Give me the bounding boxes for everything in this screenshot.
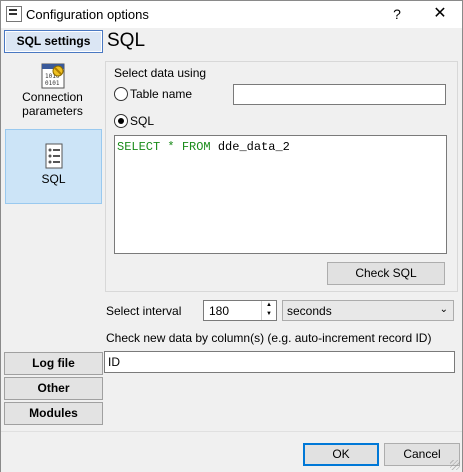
sql-query-editor[interactable]: SELECT * FROM dde_data_2 [114, 135, 447, 254]
resize-grip-icon[interactable] [450, 460, 460, 470]
title-bar: Configuration options ? ✕ [1, 1, 462, 28]
sidebar-item-label: parameters [22, 104, 83, 118]
interval-unit-value: seconds [287, 304, 332, 318]
spin-down-icon[interactable]: ▼ [262, 310, 276, 319]
sidebar-item-label: SQL [41, 172, 66, 186]
dialog-footer: OK Cancel [1, 431, 462, 472]
select-data-group: Select data using Table name SQL SELECT … [105, 61, 458, 292]
sql-table-name: dde_data_2 [217, 140, 290, 154]
ok-button[interactable]: OK [303, 443, 379, 466]
chevron-down-icon: ⌄ [439, 304, 448, 315]
interval-stepper[interactable]: 180 ▲ ▼ [203, 300, 277, 321]
cancel-button[interactable]: Cancel [384, 443, 460, 466]
configuration-dialog: Configuration options ? ✕ SQL settings 1… [0, 0, 463, 472]
spin-up-icon[interactable]: ▲ [262, 301, 276, 310]
interval-value: 180 [209, 304, 230, 318]
table-name-radio[interactable] [114, 87, 128, 101]
sql-settings-button[interactable]: SQL settings [4, 30, 103, 53]
page-title: SQL [107, 30, 146, 51]
check-new-data-label: Check new data by column(s) (e.g. auto-i… [106, 331, 432, 345]
sidebar-item-connection-parameters[interactable]: 1010 0101 Connection parameters [5, 60, 100, 120]
spin-buttons: ▲ ▼ [261, 301, 276, 320]
sql-radio-label: SQL [130, 114, 155, 128]
svg-text:0101: 0101 [45, 80, 60, 87]
check-sql-button[interactable]: Check SQL [327, 262, 445, 285]
select-interval-label: Select interval [106, 304, 182, 318]
sql-wildcard: * [167, 140, 175, 154]
close-button[interactable]: ✕ [427, 4, 453, 24]
sql-icon [45, 143, 62, 169]
table-name-input[interactable] [233, 84, 446, 105]
modules-button[interactable]: Modules [4, 402, 103, 425]
interval-unit-select[interactable]: seconds ⌄ [282, 300, 454, 321]
sidebar-item-sql[interactable]: SQL [5, 129, 102, 204]
sql-radio[interactable] [114, 114, 128, 128]
help-button[interactable]: ? [385, 4, 409, 24]
sidebar: SQL settings 1010 0101 Connection parame… [1, 28, 104, 428]
check-new-data-input[interactable] [104, 351, 455, 373]
sql-keyword: SELECT [117, 140, 161, 154]
sidebar-item-label: Connection [22, 90, 83, 104]
app-icon [6, 6, 22, 22]
group-label: Select data using [114, 66, 207, 80]
other-button[interactable]: Other [4, 377, 103, 400]
window-title: Configuration options [26, 7, 149, 22]
sql-keyword: FROM [181, 140, 211, 154]
log-file-button[interactable]: Log file [4, 352, 103, 375]
connection-parameters-icon: 1010 0101 [41, 63, 64, 89]
table-name-label: Table name [130, 87, 193, 101]
